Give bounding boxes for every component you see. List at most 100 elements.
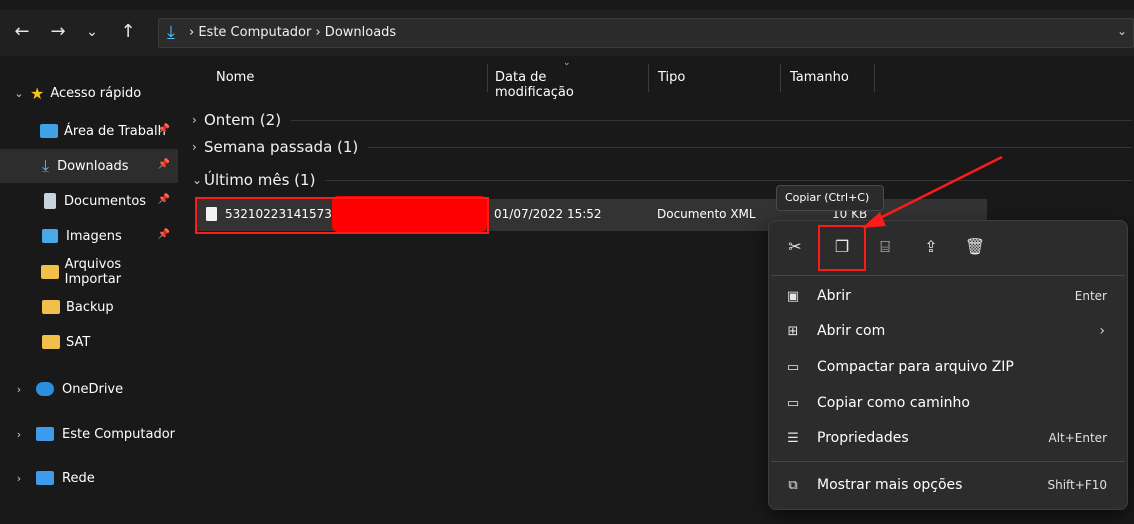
path-icon: ▭ (786, 395, 800, 411)
download-icon: ⤓ (42, 156, 50, 175)
group-label: Ontem (2) (204, 111, 282, 129)
highlight-box (818, 225, 866, 271)
computer-icon (36, 427, 54, 441)
sidebar-item-onedrive[interactable]: › OneDrive (0, 372, 178, 406)
chevron-down-icon: ⌄ (192, 173, 203, 187)
menu-item-label: Mostrar mais opções (817, 477, 963, 493)
documents-icon (44, 193, 56, 209)
divider (771, 461, 1125, 462)
highlight-box (195, 197, 489, 234)
menu-item-label: Propriedades (817, 430, 909, 446)
address-dropdown[interactable]: ⌄ (1117, 24, 1127, 38)
folder-icon (42, 335, 60, 349)
sidebar-item-label: Imagens (66, 228, 122, 244)
sidebar-item-label: Arquivos Importar (64, 257, 122, 287)
properties-icon: ☰ (787, 430, 799, 446)
pin-icon: 📌 (157, 229, 170, 240)
chevron-right-icon[interactable]: › (12, 383, 26, 396)
folder-icon (40, 265, 59, 279)
chevron-down-icon[interactable]: ⌄ (12, 87, 26, 100)
sidebar-item-desktop[interactable]: Área de Trabalh 📌 (0, 114, 178, 148)
divider (291, 119, 1132, 121)
cloud-icon (36, 382, 54, 396)
sidebar-item-label: OneDrive (62, 381, 124, 397)
menu-item-open[interactable]: ▣ Abrir Enter (769, 278, 1127, 314)
desktop-icon (40, 124, 58, 138)
group-label: Último mês (1) (204, 171, 316, 189)
images-icon (42, 229, 58, 243)
menu-item-label: Copiar como caminho (817, 395, 970, 411)
column-divider[interactable] (648, 64, 649, 92)
address-path: › Este Computador › Downloads (189, 25, 397, 40)
group-label: Semana passada (1) (204, 138, 359, 156)
sidebar-item-documents[interactable]: Documentos 📌 (0, 184, 178, 218)
column-divider[interactable] (780, 64, 781, 92)
menu-item-properties[interactable]: ☰ Propriedades Alt+Enter (769, 420, 1127, 456)
share-icon[interactable]: ⇪ (915, 231, 947, 263)
sidebar-item-label: Downloads (57, 158, 129, 174)
zip-folder-icon: ▭ (786, 359, 800, 375)
folder-icon (42, 300, 60, 314)
forward-button[interactable]: → (46, 20, 70, 44)
up-button[interactable]: ↑ (116, 20, 140, 44)
network-icon (36, 471, 54, 485)
column-header-size[interactable]: Tamanho (790, 70, 849, 85)
menu-item-label: Abrir com (817, 323, 886, 339)
sidebar-item-this-pc[interactable]: › Este Computador (0, 417, 178, 451)
menu-item-open-with[interactable]: ⊞ Abrir com › (769, 313, 1127, 349)
chevron-right-icon[interactable]: › (12, 472, 26, 485)
chevron-right-icon: › (192, 113, 197, 127)
address-toolbar: ← → ⌄ ↑ ⤓ › Este Computador › Downloads … (0, 10, 1134, 56)
sidebar-item-label: SAT (66, 334, 91, 350)
menu-item-compress-zip[interactable]: ▭ Compactar para arquivo ZIP (769, 349, 1127, 385)
menu-item-copy-path[interactable]: ▭ Copiar como caminho (769, 385, 1127, 421)
window-icon: ▣ (786, 288, 800, 304)
back-button[interactable]: ← (10, 20, 34, 44)
more-options-icon: ⧉ (788, 477, 798, 493)
chevron-right-icon: › (1099, 323, 1105, 339)
sidebar-item-sat[interactable]: SAT (0, 325, 178, 359)
apps-icon: ⊞ (787, 323, 799, 339)
shortcut-label: Enter (1074, 289, 1107, 303)
sidebar-item-images[interactable]: Imagens 📌 (0, 219, 178, 253)
sidebar-item-label: Documentos (64, 193, 147, 209)
sort-indicator-icon: ⌄ (563, 58, 571, 68)
pin-icon: 📌 (157, 159, 170, 170)
sidebar-item-quick-access[interactable]: ⌄ ★ Acesso rápido (0, 76, 178, 110)
sidebar-item-label: Rede (62, 470, 95, 486)
sidebar-item-downloads[interactable]: ⤓ Downloads 📌 (0, 149, 178, 183)
column-header-date[interactable]: Data de modificação (495, 70, 574, 100)
divider (771, 275, 1125, 276)
column-divider[interactable] (487, 64, 488, 92)
chevron-right-icon: › (192, 140, 197, 154)
sidebar-item-label: Área de Trabalh (64, 123, 166, 139)
column-divider[interactable] (874, 64, 875, 92)
menu-item-more-options[interactable]: ⧉ Mostrar mais opções Shift+F10 (769, 467, 1127, 503)
column-header-name[interactable]: Nome (216, 70, 254, 85)
group-last-month[interactable]: ⌄ Último mês (1) (192, 168, 1132, 192)
menu-item-label: Abrir (817, 288, 851, 304)
recent-locations-button[interactable]: ⌄ (80, 20, 104, 44)
rename-icon[interactable]: ⌸ (869, 231, 901, 263)
pin-icon: 📌 (157, 124, 170, 135)
cut-icon[interactable]: ✂ (779, 231, 811, 263)
sidebar-item-arquivos-importar[interactable]: Arquivos Importar (0, 255, 178, 289)
group-last-week[interactable]: › Semana passada (1) (192, 135, 1132, 159)
column-header-type[interactable]: Tipo (658, 70, 685, 85)
shortcut-label: Alt+Enter (1048, 431, 1107, 445)
sidebar-item-network[interactable]: › Rede (0, 461, 178, 495)
pin-icon: 📌 (157, 194, 170, 205)
sidebar-item-label: Acesso rápido (50, 85, 142, 101)
chevron-right-icon[interactable]: › (12, 428, 26, 441)
star-icon: ★ (30, 83, 45, 103)
copy-tooltip: Copiar (Ctrl+C) (776, 185, 884, 211)
address-bar[interactable]: ⤓ › Este Computador › Downloads ⌄ (158, 18, 1134, 48)
navigation-pane: ⌄ ★ Acesso rápido Área de Trabalh 📌 ⤓ Do… (0, 56, 180, 524)
shortcut-label: Shift+F10 (1047, 478, 1107, 492)
sidebar-item-backup[interactable]: Backup (0, 290, 178, 324)
group-yesterday[interactable]: › Ontem (2) (192, 108, 1132, 132)
divider (368, 146, 1132, 148)
divider (325, 179, 1132, 181)
download-icon: ⤓ (167, 22, 175, 43)
trash-icon[interactable]: 🗑 (959, 231, 991, 263)
